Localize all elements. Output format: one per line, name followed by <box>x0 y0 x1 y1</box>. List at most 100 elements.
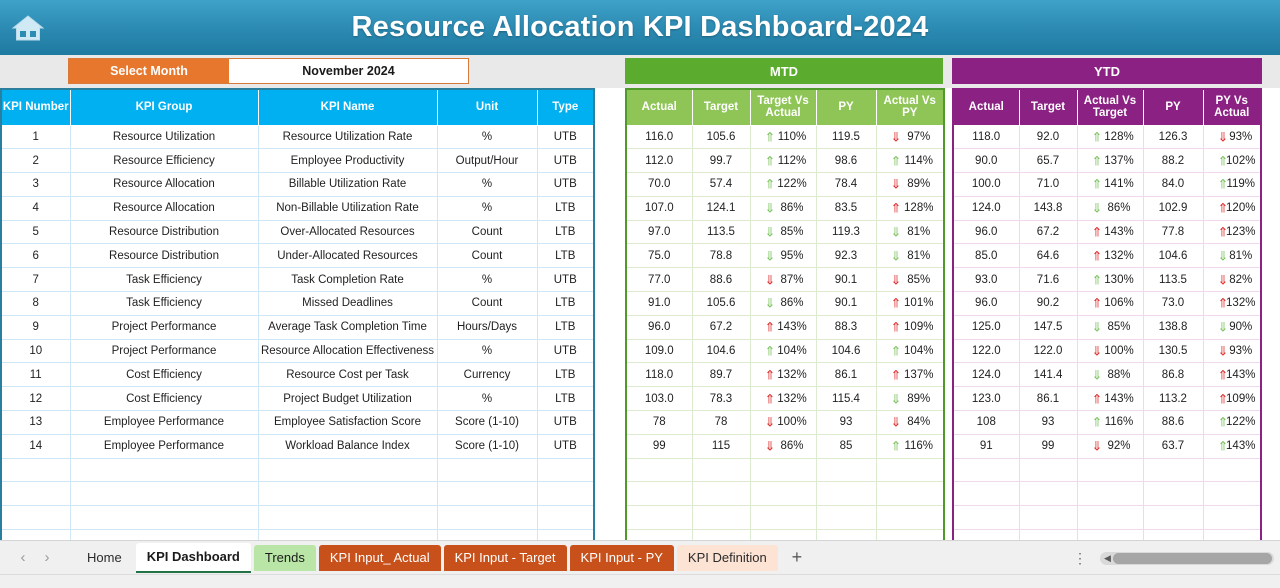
percent-value: 106% <box>1104 297 1134 310</box>
cell-ytd-py-vs-actual: ⇑ 143% <box>1202 433 1262 459</box>
cell-mtd-target: 124.1 <box>691 195 751 221</box>
cell-ytd-py-vs-actual: ⇓ 81% <box>1202 243 1262 269</box>
mtd-col-header-3: PY <box>815 88 877 126</box>
arrow-down-icon: ⇓ <box>890 391 902 407</box>
table-row: 96.0 90.2 ⇑ 106% 73.0 ⇑ 132% <box>952 291 1262 316</box>
add-sheet-button[interactable]: + <box>778 545 817 571</box>
percent-value: 137% <box>1104 154 1134 167</box>
percent-value: 143% <box>777 321 807 334</box>
cell-ytd-actual-vs-target: ⇓ 86% <box>1076 195 1144 221</box>
cell-type: LTB <box>536 362 595 388</box>
cell-mtd-py: 93 <box>815 410 877 435</box>
cell-empty <box>691 505 751 531</box>
arrow-up-icon: ⇑ <box>1217 224 1229 240</box>
arrow-up-icon: ⇑ <box>890 438 902 454</box>
table-row: 93.0 71.6 ⇑ 130% 113.5 ⇓ 82% <box>952 267 1262 293</box>
percent-value: 110% <box>777 130 807 143</box>
table-row: 96.0 67.2 ⇑ 143% 77.8 ⇑ 123% <box>952 219 1262 245</box>
table-row: 85.0 64.6 ⇑ 132% 104.6 ⇓ 81% <box>952 243 1262 269</box>
table-row: 10 Project Performance Resource Allocation… <box>0 338 595 364</box>
cell-mtd-py: 115.4 <box>815 386 877 412</box>
sheet-tab-home[interactable]: Home <box>76 545 133 571</box>
arrow-down-icon: ⇓ <box>1217 248 1229 264</box>
cell-ytd-actual-vs-target: ⇑ 137% <box>1076 148 1144 174</box>
mtd-col-header-1: Target <box>691 88 751 126</box>
cell-empty <box>815 505 877 531</box>
scroll-left-icon[interactable]: ◀ <box>1100 553 1113 564</box>
sheet-tab-trends[interactable]: Trends <box>253 544 316 571</box>
cell-empty <box>1202 457 1262 483</box>
cell-ytd-target: 71.0 <box>1018 172 1078 197</box>
cell-ytd-actual: 91 <box>952 433 1020 459</box>
cell-kpi-number: 1 <box>0 124 71 150</box>
percent-value: 104% <box>904 345 934 358</box>
arrow-up-icon: ⇑ <box>1217 414 1229 430</box>
table-row: 8 Task Efficiency Missed Deadlines Count LTB <box>0 291 595 316</box>
cell-empty <box>749 481 817 507</box>
cell-ytd-actual: 96.0 <box>952 219 1020 245</box>
table-row: 90.0 65.7 ⇑ 137% 88.2 ⇑ 102% <box>952 148 1262 174</box>
cell-mtd-py: 90.1 <box>815 291 877 316</box>
table-row-empty <box>625 481 945 507</box>
sheet-tab-kpi-input-target[interactable]: KPI Input - Target <box>443 544 567 571</box>
cell-ytd-actual-vs-target: ⇓ 100% <box>1076 338 1144 364</box>
sheet-next-icon[interactable]: › <box>36 547 58 569</box>
arrow-down-icon: ⇓ <box>1091 343 1103 359</box>
cell-kpi-name: Over-Allocated Resources <box>257 219 438 245</box>
cell-type: UTB <box>536 148 595 174</box>
cell-mtd-actual-vs-py: ⇑ 128% <box>875 195 945 221</box>
cell-empty <box>815 481 877 507</box>
kebab-menu-icon[interactable]: ⋮ <box>1067 550 1094 567</box>
cell-kpi-number: 9 <box>0 314 71 340</box>
cell-mtd-actual-vs-py: ⇑ 109% <box>875 314 945 340</box>
cell-mtd-actual: 91.0 <box>625 291 693 316</box>
table-row: 124.0 143.8 ⇓ 86% 102.9 ⇑ 120% <box>952 195 1262 221</box>
table-row: 123.0 86.1 ⇑ 143% 113.2 ⇑ 109% <box>952 386 1262 412</box>
arrow-up-icon: ⇑ <box>890 200 902 216</box>
cell-empty <box>952 505 1020 531</box>
percent-value: 100% <box>1104 345 1134 358</box>
cell-unit: Score (1-10) <box>436 433 538 459</box>
ytd-header-row: Actual Target Actual Vs Target PY PY Vs Actu… <box>952 88 1262 126</box>
percent-value: 82% <box>1229 273 1253 286</box>
percent-value: 128% <box>904 202 934 215</box>
cell-mtd-target-vs-actual: ⇓ 86% <box>749 195 817 221</box>
sheet-tab-kpi-definition[interactable]: KPI Definition <box>676 544 778 571</box>
mtd-col-header-4: Actual Vs PY <box>875 88 945 126</box>
sheet-tab-kpi-input-actual[interactable]: KPI Input_ Actual <box>318 544 441 571</box>
sheet-prev-icon[interactable]: ‹ <box>12 547 34 569</box>
sheet-tab-kpi-dashboard[interactable]: KPI Dashboard <box>135 542 251 573</box>
table-row: 116.0 105.6 ⇑ 110% 119.5 ⇓ 97% <box>625 124 945 150</box>
cell-ytd-actual-vs-target: ⇓ 88% <box>1076 362 1144 388</box>
cell-kpi-name: Employee Productivity <box>257 148 438 174</box>
percent-value: 90% <box>1229 321 1253 334</box>
horizontal-scrollbar[interactable]: ◀ <box>1100 551 1274 565</box>
cell-mtd-target-vs-actual: ⇑ 104% <box>749 338 817 364</box>
cell-mtd-py: 85 <box>815 433 877 459</box>
percent-value: 114% <box>904 154 934 167</box>
sheet-tab-bar: ‹ › Home KPI Dashboard Trends KPI Input_ Ac… <box>0 540 1280 574</box>
select-month-value[interactable]: November 2024 <box>229 59 468 83</box>
kpi-info-table-block: KPI Number KPI Group KPI Name Unit Type 1 Res… <box>0 88 595 555</box>
cell-ytd-target: 141.4 <box>1018 362 1078 388</box>
cell-ytd-py: 88.6 <box>1142 410 1204 435</box>
scrollbar-thumb[interactable] <box>1112 552 1272 564</box>
cell-empty <box>69 505 259 531</box>
select-month-control[interactable]: Select Month November 2024 <box>68 58 469 84</box>
cell-kpi-number: 4 <box>0 195 71 221</box>
sheet-tab-kpi-input-py[interactable]: KPI Input - PY <box>569 544 674 571</box>
cell-ytd-py-vs-actual: ⇑ 120% <box>1202 195 1262 221</box>
cell-kpi-group: Cost Efficiency <box>69 362 259 388</box>
cell-mtd-actual-vs-py: ⇓ 81% <box>875 219 945 245</box>
cell-ytd-actual: 125.0 <box>952 314 1020 340</box>
table-row: 77.0 88.6 ⇓ 87% 90.1 ⇓ 85% <box>625 267 945 293</box>
cell-mtd-target: 78 <box>691 410 751 435</box>
cell-empty <box>952 457 1020 483</box>
cell-ytd-py-vs-actual: ⇓ 82% <box>1202 267 1262 293</box>
kpi-grid-area: KPI Number KPI Group KPI Name Unit Type 1 Res… <box>0 88 1280 555</box>
ytd-col-header-0: Actual <box>952 88 1020 126</box>
table-row: 4 Resource Allocation Non-Billable Utiliza… <box>0 195 595 221</box>
table-row-empty <box>0 505 595 531</box>
table-row: 70.0 57.4 ⇑ 122% 78.4 ⇓ 89% <box>625 172 945 197</box>
arrow-down-icon: ⇓ <box>1217 129 1229 145</box>
